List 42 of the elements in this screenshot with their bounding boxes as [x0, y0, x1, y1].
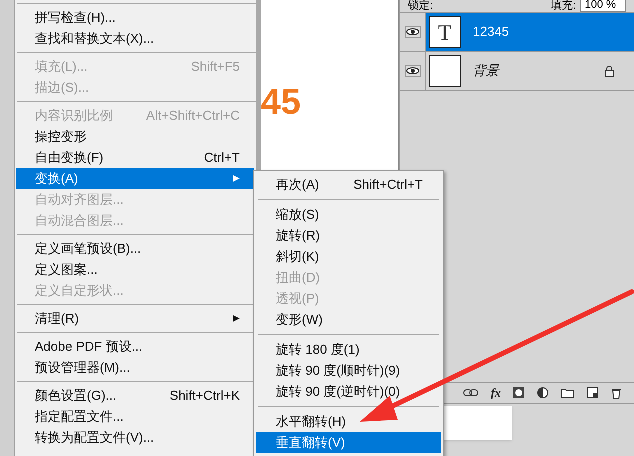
menu-item[interactable]: 旋转 90 度(顺时针)(9): [256, 360, 441, 381]
menu-item[interactable]: 水平翻转(H): [256, 411, 441, 432]
canvas-text: 45: [261, 84, 302, 120]
lock-label: 锁定:: [408, 1, 434, 12]
layer-name: 12345: [473, 23, 510, 42]
menu-item[interactable]: 定义图案...: [16, 259, 254, 280]
layer-row[interactable]: 背景: [426, 52, 634, 90]
fill-field[interactable]: 100 %: [580, 0, 626, 12]
menu-item[interactable]: 拼写检查(H)...: [16, 7, 254, 28]
menu-item[interactable]: 变形(W): [256, 309, 441, 330]
menu-item[interactable]: 旋转 180 度(1): [256, 339, 441, 360]
folder-icon[interactable]: [561, 388, 575, 398]
menu-item[interactable]: 颜色设置(G)... Shift+Ctrl+K: [16, 385, 254, 406]
menu-item[interactable]: 定义画笔预设(B)...: [16, 238, 254, 259]
fx-button[interactable]: fx: [491, 387, 501, 399]
eye-icon[interactable]: [404, 65, 420, 77]
menu-item[interactable]: 再次(A) Shift+Ctrl+T: [256, 174, 441, 195]
trash-icon[interactable]: [611, 386, 622, 400]
layer-row[interactable]: T 12345: [426, 13, 634, 51]
menu-item[interactable]: 预设管理器(M)...: [16, 357, 254, 378]
layer-name: 背景: [473, 62, 501, 80]
half-circle-icon[interactable]: [537, 387, 549, 399]
mask-icon[interactable]: [513, 387, 525, 399]
eye-icon[interactable]: [404, 26, 420, 38]
menu-item[interactable]: 斜切(K): [256, 246, 441, 267]
menu-item[interactable]: 旋转(R): [256, 225, 441, 246]
menu-item[interactable]: 查找和替换文本(X)...: [16, 28, 254, 49]
menu-item[interactable]: 自由变换(F) Ctrl+T: [16, 147, 254, 168]
menu-item[interactable]: 缩放(S): [256, 204, 441, 225]
layer-thumbnail: [429, 55, 461, 87]
menu-item[interactable]: 操控变形: [16, 126, 254, 147]
new-layer-icon[interactable]: [587, 387, 599, 399]
menu-item[interactable]: 旋转 90 度(逆时针)(0): [256, 381, 441, 402]
menu-item[interactable]: Adobe PDF 预设...: [16, 336, 254, 357]
fill-label: 填充:: [550, 1, 576, 12]
menu-item[interactable]: 垂直翻转(V): [256, 432, 441, 453]
menu-item[interactable]: 清理(R) ▶: [16, 308, 254, 329]
menu-item[interactable]: 指定配置文件...: [16, 406, 254, 427]
menu-item[interactable]: 转换为配置文件(V)...: [16, 427, 254, 448]
layer-thumbnail: T: [429, 16, 461, 48]
menu-item[interactable]: 变换(A) ▶: [16, 168, 254, 189]
link-icon[interactable]: [463, 389, 479, 397]
